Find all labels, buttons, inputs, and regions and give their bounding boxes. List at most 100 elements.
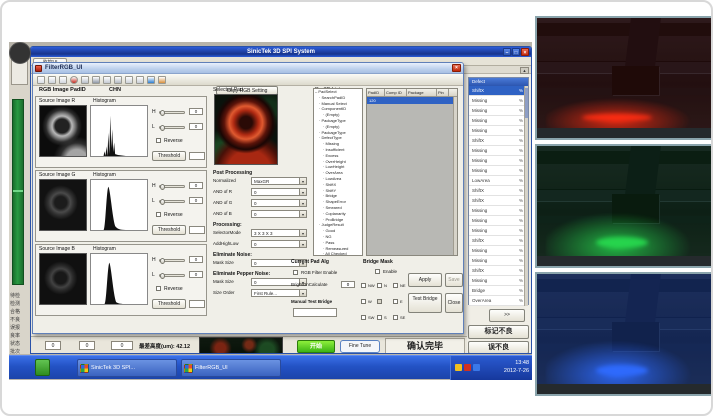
low-slider[interactable]: [159, 274, 185, 277]
run-button[interactable]: 开始: [297, 340, 335, 353]
minimize-button[interactable]: –: [503, 48, 511, 56]
bridge-checkbox-NW[interactable]: [361, 283, 366, 288]
bridge-checkbox-S[interactable]: [377, 315, 382, 320]
low-slider-thumb[interactable]: [160, 199, 165, 205]
close-button[interactable]: ×: [521, 48, 529, 56]
defect-row[interactable]: Missing%: [469, 146, 528, 156]
image-icon[interactable]: [92, 76, 100, 84]
close-dialog-button[interactable]: Close: [445, 293, 463, 313]
false-call-button[interactable]: 误不良: [468, 341, 529, 354]
bridge-checkbox-center[interactable]: [377, 299, 382, 304]
defect-row[interactable]: ShiftX%: [469, 196, 528, 206]
tree-item[interactable]: · All Checked: [314, 251, 362, 256]
confirm-complete-button[interactable]: 确认完毕: [385, 338, 465, 354]
low-slider[interactable]: [159, 200, 185, 203]
defect-row[interactable]: Missing%: [469, 156, 528, 166]
maximize-button[interactable]: □: [512, 48, 520, 56]
chevron-down-icon[interactable]: ▾: [299, 211, 306, 217]
reverse-checkbox[interactable]: [156, 212, 161, 217]
brush-icon[interactable]: [136, 76, 144, 84]
defect-row[interactable]: Missing%: [469, 126, 528, 136]
post-row-dropdown[interactable]: MaxGR▾: [251, 177, 307, 185]
high-value-field[interactable]: 0: [189, 182, 203, 189]
chevron-down-icon[interactable]: ▾: [299, 200, 306, 206]
post-row-dropdown[interactable]: 0▾: [251, 199, 307, 207]
start-button[interactable]: [35, 359, 50, 376]
bridge-checkbox-N[interactable]: [377, 283, 382, 288]
pad-table-scrollbar[interactable]: [453, 97, 457, 255]
defect-row[interactable]: ShiftX%: [469, 86, 528, 96]
defect-row[interactable]: Missing%: [469, 246, 528, 256]
low-slider[interactable]: [159, 126, 185, 129]
threshold-field[interactable]: [189, 226, 205, 234]
defect-row[interactable]: LowArea%: [469, 176, 528, 186]
tray-warning-icon[interactable]: [455, 364, 462, 371]
post-row-dropdown[interactable]: First Rule...▾: [251, 289, 307, 297]
chevron-down-icon[interactable]: ▾: [299, 230, 306, 236]
grid-icon[interactable]: [81, 76, 89, 84]
bridge-checkbox-E[interactable]: [393, 299, 398, 304]
more-button[interactable]: >>: [489, 309, 525, 322]
threshold-button[interactable]: Threshold: [152, 225, 186, 235]
counter-field-3[interactable]: 0: [111, 341, 133, 350]
record-icon[interactable]: [70, 76, 78, 84]
main-window-titlebar[interactable]: SinicTek 3D SPI System – □ ×: [31, 47, 531, 57]
bright-on-calc-field[interactable]: 0: [341, 281, 355, 288]
export-icon[interactable]: [125, 76, 133, 84]
high-slider[interactable]: [159, 111, 185, 114]
save-button[interactable]: Save: [445, 273, 463, 287]
open-icon[interactable]: [37, 76, 45, 84]
help-icon[interactable]: [158, 76, 166, 84]
defect-row[interactable]: Missing%: [469, 206, 528, 216]
defect-row[interactable]: Bridge%: [469, 286, 528, 296]
defect-row[interactable]: ShiftX%: [469, 136, 528, 146]
high-slider-thumb[interactable]: [160, 184, 165, 190]
low-value-field[interactable]: 0: [189, 123, 203, 130]
defect-row[interactable]: ShiftX%: [469, 186, 528, 196]
defect-row[interactable]: ShiftX%: [469, 266, 528, 276]
defect-list-scrollbar[interactable]: [524, 86, 528, 306]
post-row-dropdown[interactable]: 0▾: [251, 210, 307, 218]
pad-table-selected-row[interactable]: 120: [367, 97, 457, 104]
fine-tune-button[interactable]: Fine Tune: [340, 340, 380, 353]
defect-row[interactable]: Missing%: [469, 276, 528, 286]
defect-row[interactable]: Missing%: [469, 256, 528, 266]
counter-field-1[interactable]: 0: [45, 341, 61, 350]
test-bridge-button[interactable]: Test Bridge: [408, 293, 442, 313]
defect-row[interactable]: Missing%: [469, 106, 528, 116]
chevron-down-icon[interactable]: ▾: [299, 178, 306, 184]
defect-row[interactable]: Missing%: [469, 96, 528, 106]
rgb-filter-checkbox[interactable]: [293, 270, 298, 275]
low-slider-thumb[interactable]: [160, 273, 165, 279]
defect-row[interactable]: Missing%: [469, 226, 528, 236]
dialog-titlebar[interactable]: FilterRGB_UI ×: [33, 63, 463, 74]
tray-network-icon[interactable]: [473, 364, 480, 371]
threshold-button[interactable]: Threshold: [152, 151, 186, 161]
chevron-down-icon[interactable]: ▾: [299, 241, 306, 247]
defect-row[interactable]: Missing%: [469, 116, 528, 126]
taskbar-app-1[interactable]: SinicTek 3D SPI...: [77, 359, 177, 377]
threshold-field[interactable]: [189, 152, 205, 160]
chevron-down-icon[interactable]: ▾: [299, 290, 306, 296]
scroll-arrow-icon[interactable]: ▲: [520, 67, 529, 74]
post-row-dropdown[interactable]: 0▾: [251, 240, 307, 248]
apply-button[interactable]: Apply: [408, 273, 442, 287]
high-slider-thumb[interactable]: [160, 258, 165, 264]
post-row-dropdown[interactable]: 0▾: [251, 188, 307, 196]
low-value-field[interactable]: 0: [189, 197, 203, 204]
defect-row[interactable]: ShiftX%: [469, 236, 528, 246]
layout-icon[interactable]: [103, 76, 111, 84]
bridge-checkbox-SW[interactable]: [361, 315, 366, 320]
manual-test-bridge-field[interactable]: [293, 308, 337, 317]
high-slider[interactable]: [159, 185, 185, 188]
reverse-checkbox[interactable]: [156, 286, 161, 291]
defect-row[interactable]: OverArea%: [469, 296, 528, 306]
bridge-checkbox-W[interactable]: [361, 299, 366, 304]
bridge-enable-checkbox[interactable]: [375, 269, 380, 274]
tray-shield-icon[interactable]: [464, 364, 471, 371]
threshold-field[interactable]: [189, 300, 205, 308]
defect-row[interactable]: Missing%: [469, 166, 528, 176]
mark-defect-button[interactable]: 标记不良: [468, 325, 529, 339]
bridge-checkbox-NE[interactable]: [393, 283, 398, 288]
low-slider-thumb[interactable]: [160, 125, 165, 131]
